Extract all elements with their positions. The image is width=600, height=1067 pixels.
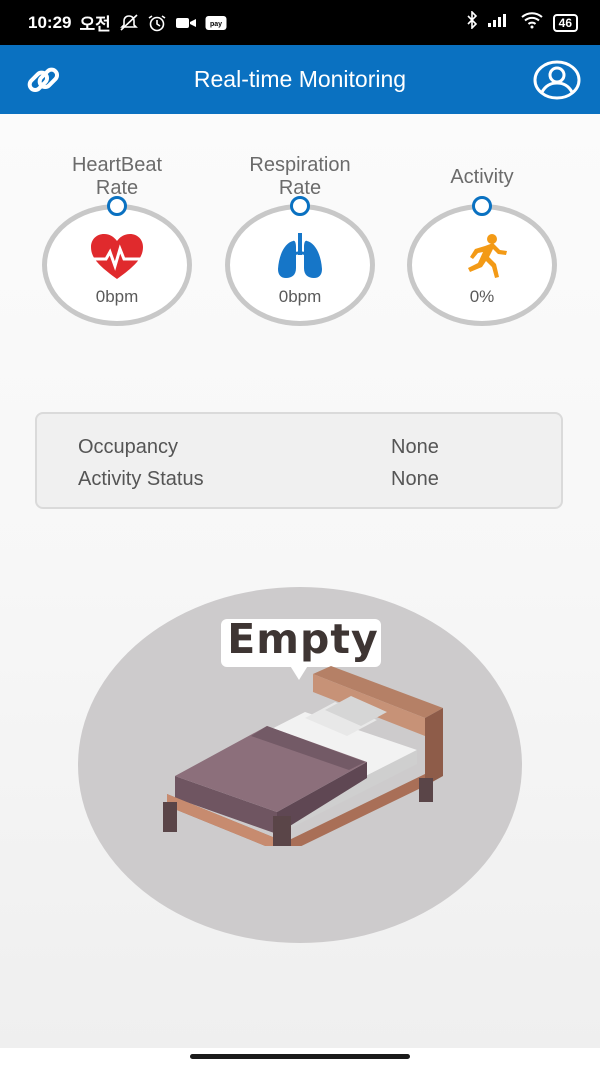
activity-gauge[interactable]: Activity 0% xyxy=(392,150,572,326)
occupancy-label: Occupancy xyxy=(78,436,179,458)
respiration-ring: 0bpm xyxy=(225,196,375,326)
status-bar: 10:29 오전 pay 46 xyxy=(0,0,600,45)
signal-icon xyxy=(487,12,511,33)
video-camera-icon xyxy=(175,15,197,31)
gauge-knob[interactable] xyxy=(107,196,127,216)
running-person-icon xyxy=(457,233,507,286)
occupancy-value: None xyxy=(391,436,439,458)
heartbeat-gauge[interactable]: HeartBeat Rate 0bpm xyxy=(27,150,207,326)
page-title: Real-time Monitoring xyxy=(193,66,407,92)
status-info-card: Occupancy None Activity Status None xyxy=(35,412,563,509)
lungs-icon xyxy=(273,233,327,286)
navigation-bar xyxy=(0,1048,600,1067)
app-bar: Real-time Monitoring xyxy=(0,45,600,114)
respiration-value: 0bpm xyxy=(278,287,322,306)
activity-status-value: None xyxy=(391,468,439,490)
alarm-icon xyxy=(147,14,167,32)
bluetooth-icon xyxy=(466,10,478,34)
heartbeat-ring: 0bpm xyxy=(42,196,192,326)
bed-status-text: Empty xyxy=(227,615,379,663)
activity-value: 0% xyxy=(469,287,495,306)
clock-ampm: 오전 xyxy=(79,15,111,34)
pay-icon: pay xyxy=(205,15,227,31)
activity-status-label: Activity Status xyxy=(78,468,204,490)
respiration-gauge[interactable]: Respiration Rate 0bpm xyxy=(210,150,390,326)
heartbeat-value: 0bpm xyxy=(95,287,139,306)
notifications-off-icon xyxy=(119,13,139,32)
battery-indicator: 46 xyxy=(552,13,578,32)
heart-pulse-icon xyxy=(89,233,145,286)
profile-icon[interactable] xyxy=(532,59,582,101)
gauge-knob[interactable] xyxy=(472,196,492,216)
pay-label: pay xyxy=(210,21,222,28)
wifi-icon xyxy=(520,11,544,34)
monitoring-content: HeartBeat Rate 0bpm Respiration Rate 0bp… xyxy=(0,114,600,1048)
gauge-knob[interactable] xyxy=(290,196,310,216)
home-gesture-handle[interactable] xyxy=(190,1054,410,1059)
activity-ring: 0% xyxy=(407,196,557,326)
clock: 10:29 xyxy=(28,12,72,32)
bed-illustration xyxy=(155,666,450,854)
